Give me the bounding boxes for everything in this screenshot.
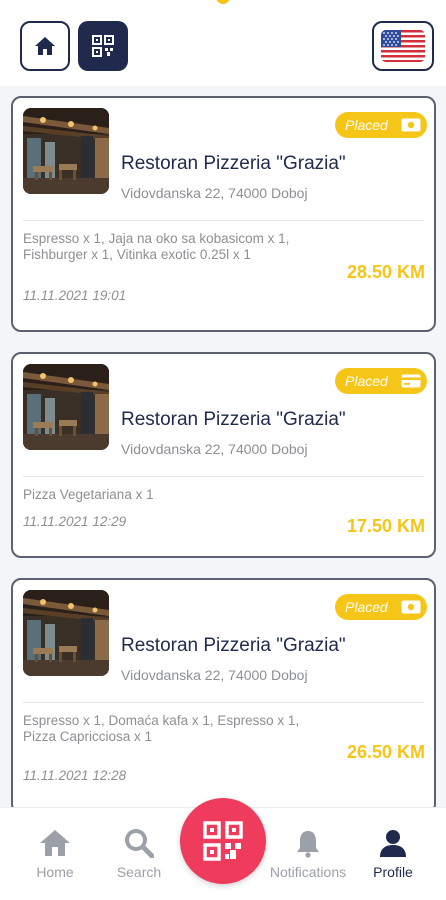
qr-scan-button[interactable] [78,21,128,71]
scan-qr-fab[interactable] [180,798,266,884]
nav-search-label: Search [116,864,162,880]
home-icon [35,37,55,55]
bottom-navigation: Home Search Notifications Profile [0,798,446,900]
nav-search[interactable]: Search [94,828,184,880]
status-label: Placed [345,599,388,615]
restaurant-address: Vidovdanska 22, 74000 Doboj [121,185,308,201]
status-badge: Placed [335,594,427,620]
restaurant-photo [23,108,109,194]
nav-home[interactable]: Home [10,828,100,880]
nav-profile-label: Profile [373,864,413,880]
order-datetime: 11.11.2021 12:29 [23,514,127,529]
card-divider [23,476,424,477]
order-datetime: 11.11.2021 12:28 [23,768,127,783]
home-icon [40,830,70,856]
status-notch [216,0,230,4]
status-badge: Placed [335,368,427,394]
bell-icon [297,831,319,858]
restaurant-address: Vidovdanska 22, 74000 Doboj [121,667,308,683]
order-items: Pizza Vegetariana x 1 [23,487,154,502]
nav-notifications[interactable]: Notifications [263,828,353,880]
restaurant-photo [23,364,109,450]
us-flag-icon [381,30,425,62]
nav-home-label: Home [36,864,74,880]
card-icon [401,374,421,388]
order-card[interactable]: Placed Restoran Pizzeria "Grazia" Vidovd… [11,352,436,558]
status-label: Placed [345,373,388,389]
order-total: 17.50 KM [346,516,425,536]
status-label: Placed [345,117,388,133]
order-total: 26.50 KM [346,742,425,762]
restaurant-photo [23,590,109,676]
qr-code-icon [203,821,243,861]
card-divider [23,220,424,221]
order-items: Espresso x 1, Domaća kafa x 1, Espresso … [23,713,300,744]
card-divider [23,702,424,703]
status-badge: Placed [335,112,427,138]
restaurant-name: Restoran Pizzeria "Grazia" [121,635,346,656]
cash-icon [401,600,421,614]
nav-profile[interactable]: Profile [348,828,438,880]
order-card[interactable]: Placed Restoran Pizzeria "Grazia" Vidovd… [11,578,436,814]
order-card[interactable]: Placed Restoran Pizzeria "Grazia" Vidovd… [11,96,436,332]
order-datetime: 11.11.2021 19:01 [23,288,127,303]
order-items: Espresso x 1, Jaja na oko sa kobasicom x… [23,231,290,262]
qr-code-icon [92,35,114,57]
nav-notifications-label: Notifications [269,864,347,880]
restaurant-name: Restoran Pizzeria "Grazia" [121,153,346,174]
cash-icon [401,118,421,132]
user-icon [380,830,406,857]
restaurant-name: Restoran Pizzeria "Grazia" [121,409,346,430]
top-bar [0,0,446,86]
order-total: 28.50 KM [346,262,425,282]
home-button[interactable] [20,21,70,71]
restaurant-address: Vidovdanska 22, 74000 Doboj [121,441,308,457]
language-button[interactable] [372,21,434,71]
search-icon [125,829,154,858]
